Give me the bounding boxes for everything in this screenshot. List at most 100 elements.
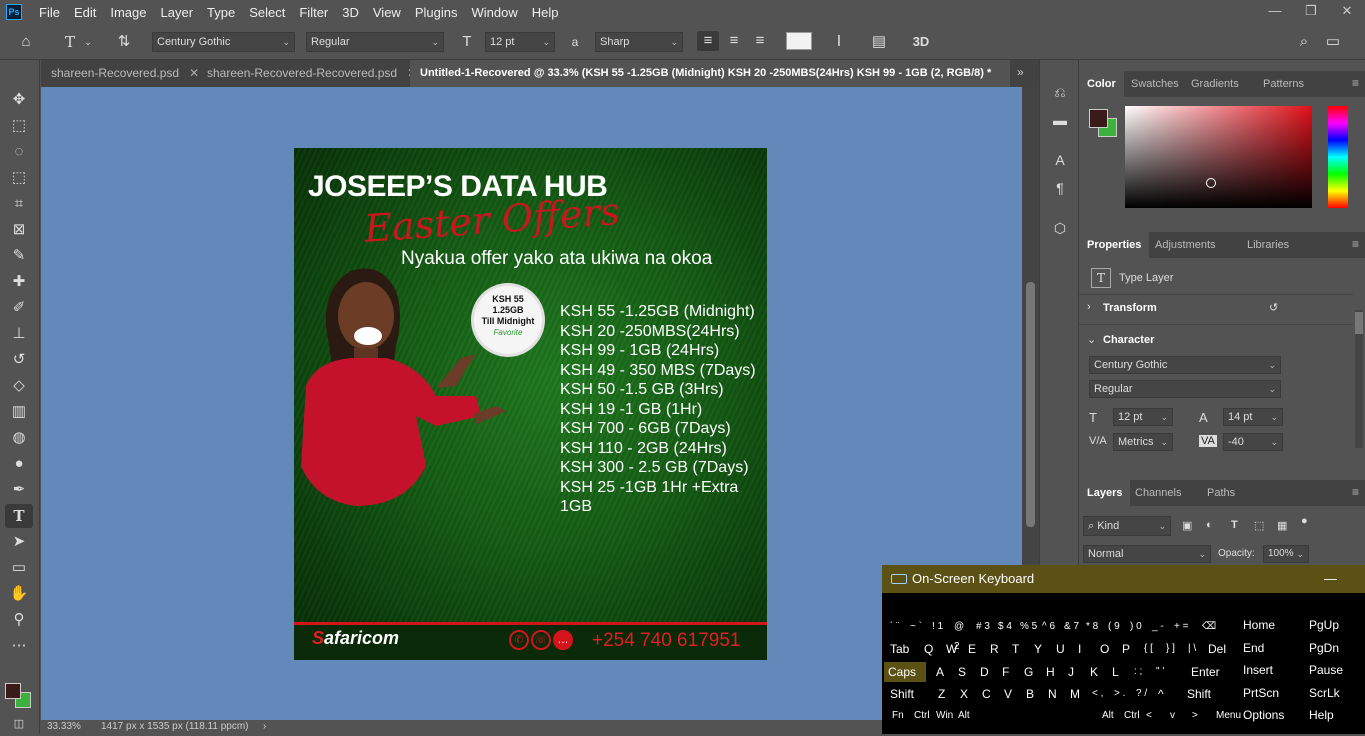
key-help[interactable]: Help (1305, 705, 1365, 725)
home-icon[interactable]: ⌂ (14, 32, 38, 52)
key-symbol[interactable]: _ - (1148, 617, 1170, 637)
fg-color-swatch[interactable] (1089, 109, 1108, 128)
align-right-icon[interactable]: ≡ (749, 31, 771, 51)
tab-libraries[interactable]: Libraries (1239, 232, 1297, 258)
gradient-tool-icon[interactable]: ▥ (5, 400, 33, 424)
key-n[interactable]: N (1044, 684, 1066, 704)
rectangle-tool-icon[interactable]: ▭ (5, 556, 33, 580)
panel-menu-icon[interactable]: ≡ (1352, 485, 1359, 499)
move-tool-icon[interactable]: ✥ (5, 88, 33, 112)
hue-slider[interactable] (1328, 106, 1348, 208)
key-u[interactable]: U (1052, 639, 1074, 659)
key-del[interactable]: Del (1204, 639, 1234, 659)
key-end[interactable]: End (1239, 638, 1299, 658)
key-f[interactable]: F (998, 662, 1020, 682)
brush-tool-icon[interactable]: ✐ (5, 296, 33, 320)
menu-type[interactable]: Type (200, 5, 242, 20)
key-q[interactable]: Q (920, 639, 942, 659)
blend-mode-select[interactable]: Normal ⌄ (1083, 545, 1211, 563)
kerning-select[interactable]: Metrics ⌄ (1113, 433, 1173, 451)
panel-menu-icon[interactable]: ≡ (1352, 237, 1359, 251)
close-button[interactable]: ✕ (1329, 0, 1365, 22)
tab-swatches[interactable]: Swatches (1123, 71, 1187, 97)
crop-tool-icon[interactable]: ⌗ (5, 192, 33, 216)
key-p[interactable]: P (1118, 639, 1140, 659)
character-section-label[interactable]: Character (1103, 334, 1154, 346)
key-shift[interactable]: Shift (886, 684, 930, 704)
key-alt[interactable]: Alt (1098, 706, 1120, 726)
key-a[interactable]: A (932, 662, 954, 682)
key-e[interactable]: E (964, 639, 986, 659)
antialias-select[interactable]: Sharp ⌄ (595, 32, 683, 52)
font-style-select[interactable]: Regular ⌄ (306, 32, 444, 52)
osk-minimize-button[interactable]: — (1324, 565, 1337, 593)
marquee-tool-icon[interactable]: ⬚ (5, 114, 33, 138)
restore-button[interactable]: ❐ (1293, 0, 1329, 22)
menu-select[interactable]: Select (242, 5, 292, 20)
key-enter[interactable]: Enter (1187, 662, 1235, 682)
key-pgup[interactable]: PgUp (1305, 615, 1365, 635)
menu-plugins[interactable]: Plugins (408, 5, 465, 20)
key-3[interactable]: # 3 (972, 617, 994, 637)
layer-kind-filter[interactable]: ⌕ Kind ⌄ (1083, 516, 1171, 536)
key-fn[interactable]: Fn (888, 706, 910, 726)
panel-menu-icon[interactable]: ≡ (1352, 76, 1359, 90)
menu-view[interactable]: View (366, 5, 408, 20)
foreground-color-swatch[interactable] (5, 683, 21, 699)
leading-select[interactable]: 14 pt ⌄ (1223, 408, 1283, 426)
menu-window[interactable]: Window (464, 5, 524, 20)
quick-mask-icon[interactable]: ◫ (5, 712, 33, 736)
text-color-swatch[interactable] (786, 32, 812, 50)
key-w[interactable]: W (942, 639, 964, 659)
key-win[interactable]: Win (932, 706, 954, 726)
dodge-tool-icon[interactable]: ● (5, 452, 33, 476)
key-symbol[interactable]: ⌫ (1198, 617, 1234, 637)
tab-channels[interactable]: Channels (1127, 480, 1189, 506)
key-i[interactable]: I (1074, 639, 1096, 659)
prop-font-size-select[interactable]: 12 pt ⌄ (1113, 408, 1173, 426)
shape-filter-icon[interactable]: ⬚ (1254, 519, 1264, 532)
pen-tool-icon[interactable]: ✒ (5, 478, 33, 502)
more-tabs-icon[interactable]: » (1017, 65, 1024, 79)
key-symbol[interactable]: : ; (1130, 662, 1152, 682)
key-scrlk[interactable]: ScrLk (1305, 683, 1365, 703)
3d-cube-icon[interactable]: ⬡ (1050, 220, 1070, 240)
properties-scrollbar[interactable] (1355, 310, 1363, 448)
tab-paths[interactable]: Paths (1199, 480, 1243, 506)
key-k[interactable]: K (1086, 662, 1108, 682)
key-b[interactable]: B (1022, 684, 1044, 704)
align-left-icon[interactable]: ≡ (697, 31, 719, 51)
key-symbol[interactable]: > . (1110, 684, 1132, 704)
key-z[interactable]: Z (934, 684, 956, 704)
path-selection-tool-icon[interactable]: ➤ (5, 530, 33, 554)
workspace-icon[interactable]: ▭ (1322, 32, 1344, 52)
type-tool-icon[interactable]: T (5, 504, 33, 528)
scrollbar-thumb[interactable] (1355, 312, 1363, 334)
zoom-level[interactable]: 33.33% (47, 720, 81, 734)
key-shift[interactable]: Shift (1183, 684, 1233, 704)
filter-toggle-icon[interactable]: ● (1301, 515, 1308, 527)
menu-3d[interactable]: 3D (335, 5, 366, 20)
key-symbol[interactable]: < (1142, 706, 1164, 726)
zoom-tool-icon[interactable]: ⚲ (5, 608, 33, 632)
key-y[interactable]: Y (1030, 639, 1052, 659)
transform-section-label[interactable]: Transform (1103, 302, 1157, 314)
key-pause[interactable]: Pause (1305, 660, 1365, 680)
key-5[interactable]: % 5 (1016, 617, 1038, 637)
tab-layers[interactable]: Layers (1079, 480, 1131, 506)
chevron-right-icon[interactable]: › (1087, 301, 1091, 313)
smart-object-filter-icon[interactable]: ▦ (1277, 519, 1287, 532)
key-caps[interactable]: Caps (884, 662, 926, 682)
key-insert[interactable]: Insert (1239, 660, 1299, 680)
key-symbol[interactable]: { [ (1140, 639, 1162, 659)
key-6[interactable]: ^ 6 (1038, 617, 1060, 637)
key-g[interactable]: G (1020, 662, 1042, 682)
key-t[interactable]: T (1008, 639, 1030, 659)
key-v[interactable]: V (1000, 684, 1022, 704)
color-field[interactable] (1125, 106, 1312, 208)
more-tools-icon[interactable]: ⋯ (5, 634, 33, 658)
key-symbol[interactable]: > (1188, 706, 1210, 726)
character-panel-icon[interactable]: ▤ (868, 32, 890, 52)
tab-document-2[interactable]: shareen-Recovered-Recovered.psd✕ (197, 60, 427, 87)
pixel-filter-icon[interactable]: ▣ (1182, 519, 1192, 532)
